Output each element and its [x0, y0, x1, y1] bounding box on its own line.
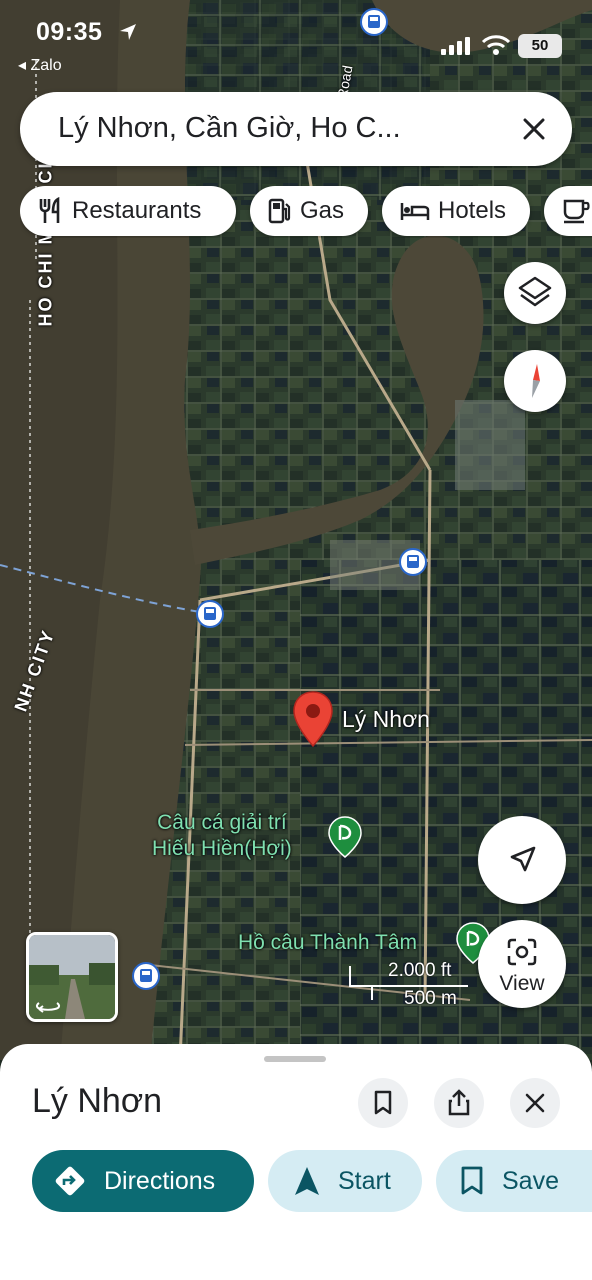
close-icon [525, 1093, 545, 1113]
share-button[interactable] [434, 1078, 484, 1128]
bookmark-button[interactable] [358, 1078, 408, 1128]
chip-hotels[interactable]: Hotels [382, 186, 530, 236]
pin-place-label: Lý Nhơn [342, 706, 430, 732]
poi-label-fishing-1[interactable]: Câu cá giải trí Hiếu Hiền(Hợi) [152, 810, 292, 862]
view-button-label: View [499, 972, 545, 995]
start-label: Start [338, 1166, 391, 1195]
close-sheet-button[interactable] [510, 1078, 560, 1128]
search-bar[interactable]: Lý Nhơn, Cần Giờ, Ho C... [20, 92, 572, 166]
close-icon[interactable] [518, 113, 550, 145]
map-scale: 2.000 ft 500 m [346, 960, 470, 1010]
location-services-icon [120, 24, 136, 40]
bus-stop-icon[interactable] [399, 548, 427, 576]
location-pin-icon[interactable] [292, 690, 334, 748]
battery-indicator: 50 [518, 34, 562, 58]
gas-station-icon [268, 198, 291, 224]
back-app-label: Zalo [30, 57, 62, 74]
start-button[interactable]: Start [268, 1150, 422, 1212]
restaurant-icon [39, 197, 60, 223]
status-time: 09:35 [36, 18, 103, 46]
camera-view-icon [507, 938, 537, 966]
hotel-bed-icon [400, 203, 430, 220]
scale-m: 500 m [404, 988, 457, 1009]
search-query-text[interactable]: Lý Nhơn, Cần Giờ, Ho C... [58, 112, 401, 145]
bookmark-icon [374, 1090, 392, 1115]
cellular-signal-icon [441, 37, 470, 55]
status-bar: 09:35 ◂ Zalo 50 [0, 0, 592, 80]
bus-stop-icon[interactable] [132, 962, 160, 990]
chip-restaurants[interactable]: Restaurants [20, 186, 236, 236]
chip-coffee[interactable] [544, 186, 592, 236]
layers-icon [518, 276, 552, 307]
directions-icon [55, 1166, 85, 1196]
directions-label: Directions [104, 1166, 216, 1195]
my-location-button[interactable] [478, 816, 566, 904]
save-label: Save [502, 1166, 559, 1195]
layers-button[interactable] [504, 262, 566, 324]
scale-ft: 2.000 ft [388, 960, 452, 981]
compass-button[interactable] [504, 350, 566, 412]
category-chips: Restaurants Gas Hotels [20, 186, 592, 238]
poi-label-fishing-2[interactable]: Hồ câu Thành Tâm [238, 930, 417, 956]
poi-label-line1: Câu cá giải trí [157, 811, 287, 834]
share-icon [448, 1089, 470, 1116]
rotate-360-icon [35, 1002, 61, 1013]
chip-label: Gas [300, 197, 345, 224]
chip-label: Restaurants [72, 197, 202, 224]
place-title: Lý Nhơn [32, 1082, 163, 1120]
sheet-drag-handle[interactable] [264, 1056, 326, 1062]
poi-label-line2: Hiếu Hiền(Hợi) [152, 837, 292, 860]
bus-stop-icon[interactable] [196, 600, 224, 628]
chip-gas[interactable]: Gas [250, 186, 368, 236]
navigation-arrow-icon [510, 846, 536, 872]
directions-button[interactable]: Directions [32, 1150, 254, 1212]
back-to-app-link[interactable]: ◂ Zalo [18, 55, 62, 75]
compass-icon [532, 364, 540, 398]
street-view-thumbnail[interactable] [26, 932, 118, 1022]
wifi-icon [481, 35, 511, 55]
chip-label: Hotels [438, 197, 507, 224]
poi-fishing-icon[interactable] [328, 816, 362, 858]
save-button[interactable]: Save [436, 1150, 592, 1212]
cafe-cup-icon [563, 199, 590, 224]
place-bottom-sheet[interactable]: Lý Nhơn Directions Start Save [0, 1044, 592, 1280]
bookmark-icon [461, 1166, 483, 1195]
navigation-start-icon [295, 1167, 319, 1195]
view-button[interactable]: View [478, 920, 566, 1008]
